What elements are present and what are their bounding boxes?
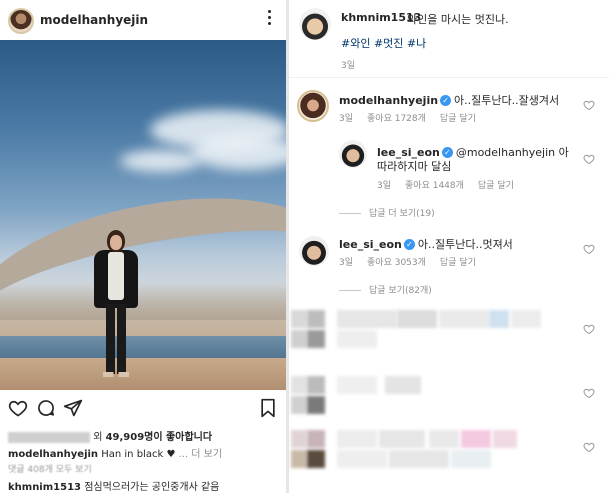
heart-icon[interactable] [8, 398, 28, 418]
more-icon[interactable] [267, 10, 273, 28]
caption-text: Han in black [101, 449, 164, 460]
blurred-comment [289, 396, 609, 418]
comment-time: 3일 [339, 258, 354, 268]
view-replies-link[interactable]: 답글 보기(82개) [339, 283, 432, 296]
verified-icon: ✓ [440, 95, 452, 106]
blurred-comment [289, 450, 609, 472]
avatar[interactable] [8, 8, 34, 34]
comment-likes[interactable]: 좋아요 3053개 [367, 258, 426, 268]
reply-button[interactable]: 답글 달기 [440, 114, 476, 124]
heart-outline-icon[interactable] [583, 150, 595, 165]
comment-text: 아..질투난다..잘생겨서 [454, 94, 560, 107]
comment-meta: 3일 좋아요 1448개 답글 달기 [377, 178, 528, 191]
blurred-comment [289, 430, 609, 452]
post-username[interactable]: modelhanhyejin [40, 13, 148, 27]
likes-number: 49,909 [105, 432, 145, 443]
comment-username[interactable]: khmnim1513 [8, 482, 81, 493]
likes-prefix: 외 [93, 432, 103, 443]
comment-meta: 3일 좋아요 1728개 답글 달기 [339, 111, 490, 124]
comment-text: 점심먹으러가는 공인중개사 같음 [84, 482, 220, 493]
last-comment: khmnim1513 점심먹으러가는 공인중개사 같음 [8, 478, 219, 493]
heart-outline-icon[interactable] [583, 384, 595, 399]
comment-time: 3일 [377, 181, 392, 191]
curved-wall [0, 169, 287, 361]
more-replies-label: 답글 더 보기(19) [369, 209, 435, 219]
post-actions [0, 398, 287, 422]
comments-panel: khmnim1513 와인을 마시는 멋진나. #와인 #멋진 #나 3일 mo… [289, 0, 609, 493]
heart-outline-icon[interactable] [583, 96, 595, 111]
caption-more-link[interactable]: ... 더 보기 [179, 449, 223, 460]
post-photo[interactable] [0, 40, 287, 390]
heart-outline-icon[interactable] [583, 438, 595, 453]
comment-1: modelhanhyejin ✓ 아..질투난다..잘생겨서 [339, 92, 559, 108]
blurred-comment [289, 310, 609, 332]
reply-button[interactable]: 답글 달기 [440, 258, 476, 268]
caption: modelhanhyejin Han in black ♥ ... 더 보기 [8, 445, 222, 460]
share-icon[interactable] [63, 398, 83, 418]
person-figure [94, 230, 138, 378]
post-header: modelhanhyejin [0, 0, 287, 40]
heart-outline-icon[interactable] [583, 240, 595, 255]
avatar[interactable] [297, 90, 329, 122]
avatar[interactable] [299, 236, 329, 266]
blurred-comment [289, 330, 609, 352]
bookmark-icon[interactable] [258, 398, 278, 418]
more-replies-link[interactable]: 답글 더 보기(19) [339, 206, 435, 219]
comment-meta: 3일 좋아요 3053개 답글 달기 [339, 255, 490, 268]
comment-username[interactable]: lee_si_eon [339, 238, 402, 251]
caption-username[interactable]: modelhanhyejin [8, 449, 98, 460]
view-all-comments-link[interactable]: 댓글 408개 모두 보기 [8, 462, 92, 475]
comment-text: 아..질투난다..멋져서 [417, 238, 513, 251]
comment-icon[interactable] [36, 398, 56, 418]
verified-icon: ✓ [441, 147, 453, 158]
separator [289, 77, 609, 78]
post-hashtags[interactable]: #와인 #멋진 #나 [341, 35, 426, 51]
blurred-comment [289, 376, 609, 398]
post-text: 와인을 마시는 멋진나. [407, 13, 509, 26]
likes-suffix: 명이 좋아합니다 [144, 432, 213, 443]
comment-likes[interactable]: 좋아요 1728개 [367, 114, 426, 124]
post-time: 3일 [341, 61, 356, 71]
likes-count[interactable]: 외 49,909명이 좋아합니다 [8, 428, 213, 443]
black-heart-icon: ♥ [166, 449, 176, 460]
comment-time: 3일 [339, 114, 354, 124]
reply-button[interactable]: 답글 달기 [478, 181, 514, 191]
comment-text: @modelhanhyejin 아 [455, 146, 569, 159]
avatar[interactable] [339, 140, 367, 168]
comment-username[interactable]: modelhanhyejin [339, 94, 438, 107]
view-replies-label: 답글 보기(82개) [369, 286, 432, 296]
comment-2-line2: 따라하지마 달심 [377, 160, 452, 173]
verified-icon: ✓ [403, 239, 415, 250]
left-post-panel: modelhanhyejin 외 49,909명이 좋아합니다 modelhan… [0, 0, 287, 493]
avatar[interactable] [299, 8, 331, 40]
heart-outline-icon[interactable] [583, 320, 595, 335]
comment-3: lee_si_eon ✓ 아..질투난다..멋져서 [339, 236, 513, 252]
ground [0, 358, 287, 390]
comment-likes[interactable]: 좋아요 1448개 [405, 181, 464, 191]
blurred-name [8, 431, 90, 443]
